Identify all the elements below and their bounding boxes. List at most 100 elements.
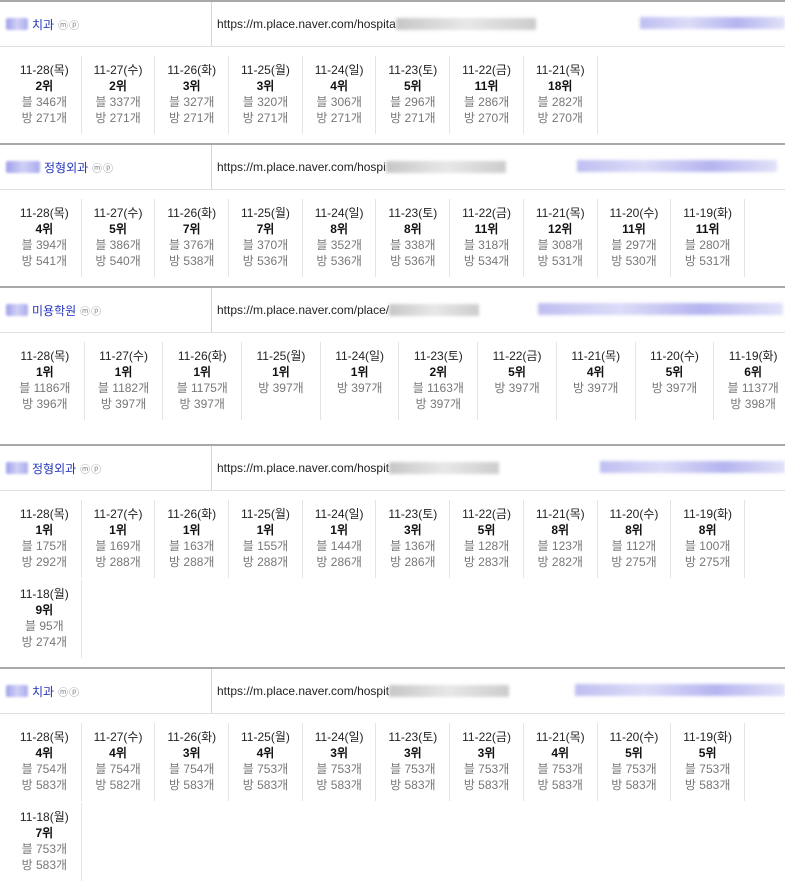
blog-count: 블 163개: [169, 539, 215, 553]
place-url[interactable]: https://m.place.naver.com/hospit: [217, 446, 500, 490]
place-name-label[interactable]: 정형외과: [32, 460, 76, 477]
blog-count: 블 376개: [169, 238, 215, 252]
mobile-place-icons[interactable]: ⓜⓟ: [58, 684, 80, 699]
rank-value: 8위: [698, 523, 717, 537]
date-label: 11-22(금): [462, 507, 511, 521]
date-label: 11-23(토): [388, 507, 438, 521]
place-count: 방 534개: [463, 254, 510, 268]
rank-day-cell: 11-26(화) 7위 블 376개 방 538개: [155, 199, 230, 277]
date-label: 11-25(월): [241, 730, 290, 744]
rank-value: 11위: [474, 222, 499, 236]
place-count: 방 271개: [316, 111, 362, 125]
rank-value: 8위: [403, 222, 422, 236]
rank-value: 8위: [625, 523, 643, 537]
place-url-text[interactable]: https://m.place.naver.com/hospita: [217, 17, 396, 31]
rank-value: 2위: [109, 79, 127, 93]
blog-count: 블 352개: [316, 238, 362, 252]
rank-day-cell: 11-28(목) 4위 블 754개 방 583개: [8, 723, 82, 801]
place-count: 방 538개: [169, 254, 215, 268]
mobile-place-icons[interactable]: ⓜⓟ: [92, 160, 114, 175]
date-label: 11-26(화): [167, 63, 217, 77]
date-label: 11-19(화): [683, 507, 733, 521]
place-url-text[interactable]: https://m.place.naver.com/hospi: [217, 160, 386, 174]
mobile-place-icons[interactable]: ⓜⓟ: [80, 461, 102, 476]
rank-value: 5위: [109, 222, 127, 236]
rank-value: 7위: [256, 222, 275, 236]
rank-value: 11위: [695, 222, 720, 236]
place-url[interactable]: https://m.place.naver.com/hospita: [217, 2, 536, 46]
rank-value: 3위: [330, 746, 348, 760]
place-url-text[interactable]: https://m.place.naver.com/hospit: [217, 684, 389, 698]
rank-day-cell: 11-23(토) 3위 블 136개 방 286개: [377, 500, 451, 578]
blog-count: 블 338개: [390, 238, 436, 252]
date-label: 11-18(월): [19, 810, 69, 824]
place-url-text[interactable]: https://m.place.naver.com/place/: [217, 303, 389, 317]
rank-day-cell: 11-23(토) 2위 블 1163개 방 397개: [400, 342, 479, 420]
date-label: 11-19(화): [683, 730, 733, 744]
rank-value: 1위: [182, 523, 201, 537]
header-divider: [211, 2, 212, 46]
place-count: 방 274개: [21, 635, 68, 649]
blog-count: 블 386개: [95, 238, 141, 252]
rank-day-cell: 11-27(수) 5위 블 386개 방 540개: [82, 199, 156, 277]
place-name-label[interactable]: 치과: [32, 683, 54, 700]
rank-value: 3위: [477, 746, 496, 760]
rank-day-cell: 11-28(목) 1위 블 1186개 방 396개: [6, 342, 85, 420]
rank-day-cell: 11-27(수) 2위 블 337개 방 271개: [82, 56, 156, 134]
date-label: 11-22(금): [462, 730, 511, 744]
blog-count: 블 155개: [242, 539, 289, 553]
mobile-place-icons[interactable]: ⓜⓟ: [58, 17, 80, 32]
date-label: 11-24(일): [335, 349, 385, 363]
rank-day-cell: 11-24(일) 1위 방 397개: [321, 342, 400, 420]
rank-value: 1위: [330, 523, 348, 537]
rank-day-cell: 11-24(일) 3위 블 753개 방 583개: [303, 723, 377, 801]
place-count: 방 583개: [242, 778, 289, 792]
rank-value: 1위: [193, 365, 212, 379]
redacted-keywords: [640, 17, 785, 29]
place-name-label[interactable]: 정형외과: [44, 159, 88, 176]
rank-value: 5위: [508, 365, 526, 379]
rank-value: 8위: [551, 523, 570, 537]
rank-value: 12위: [548, 222, 573, 236]
date-label: 11-21(목): [571, 349, 621, 363]
rank-day-cell: 11-24(일) 1위 블 144개 방 286개: [303, 500, 377, 578]
place-name-label[interactable]: 치과: [32, 16, 54, 33]
date-label: 11-23(토): [413, 349, 463, 363]
blog-count: 블 286개: [463, 95, 510, 109]
rank-day-cell: 11-23(토) 5위 블 296개 방 271개: [377, 56, 451, 134]
date-label: 11-25(월): [241, 206, 290, 220]
rank-day-cell: 11-27(수) 1위 블 169개 방 288개: [82, 500, 156, 578]
place-count: 방 536개: [316, 254, 362, 268]
date-label: 11-25(월): [241, 63, 290, 77]
place-name-label[interactable]: 미용학원: [32, 302, 76, 319]
blog-count: 블 370개: [242, 238, 289, 252]
rank-day-cell: 11-20(수) 5위 방 397개: [636, 342, 715, 420]
blog-count: 블 753개: [21, 842, 68, 856]
place-count: 방 583개: [21, 858, 68, 872]
date-label: 11-19(화): [728, 349, 778, 363]
place-url-text[interactable]: https://m.place.naver.com/hospit: [217, 461, 389, 475]
rank-day-cell: 11-22(금) 5위 방 397개: [478, 342, 557, 420]
header-divider: [211, 669, 212, 713]
rank-day-cell: 11-20(수) 5위 블 753개 방 583개: [598, 723, 672, 801]
rank-day-cell: 11-20(수) 8위 블 112개 방 275개: [598, 500, 672, 578]
date-label: 11-28(목): [19, 206, 69, 220]
place-count: 방 397개: [100, 397, 147, 411]
header-divider: [211, 446, 212, 490]
redacted-url: [389, 304, 480, 316]
place-url[interactable]: https://m.place.naver.com/hospi: [217, 145, 506, 189]
rank-value: 1위: [114, 365, 133, 379]
place-count: 방 583개: [316, 778, 362, 792]
place-count: 방 271개: [390, 111, 436, 125]
date-label: 11-26(화): [167, 206, 217, 220]
rank-day-cell: 11-25(월) 3위 블 320개 방 271개: [229, 56, 303, 134]
place-url[interactable]: https://m.place.naver.com/place/: [217, 288, 480, 332]
place-name: 정형외과 ⓜⓟ: [6, 145, 114, 189]
rank-value: 2위: [429, 365, 448, 379]
mobile-place-icons[interactable]: ⓜⓟ: [80, 303, 102, 318]
date-label: 11-27(수): [99, 349, 148, 363]
rank-day-cell: 11-22(금) 5위 블 128개 방 283개: [450, 500, 524, 578]
rank-day-cell: 11-28(목) 1위 블 175개 방 292개: [8, 500, 82, 578]
place-count: 방 583개: [611, 778, 657, 792]
place-url[interactable]: https://m.place.naver.com/hospit: [217, 669, 510, 713]
